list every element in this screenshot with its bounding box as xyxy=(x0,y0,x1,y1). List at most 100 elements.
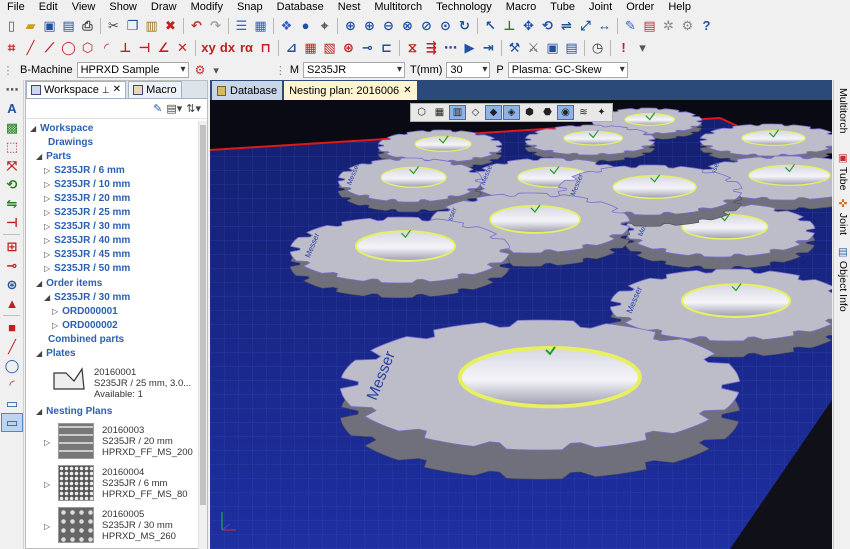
collapse-arrow-icon[interactable]: ▷ xyxy=(44,250,50,259)
options-icon[interactable]: ▾ xyxy=(633,39,652,57)
mirror-tool-icon[interactable]: ⇋ xyxy=(1,194,23,213)
view-grid-icon[interactable]: ▦ xyxy=(431,105,448,120)
snap-off-icon[interactable]: ✕ xyxy=(173,39,192,57)
nested-part[interactable]: Messer xyxy=(339,319,741,480)
save-icon[interactable]: ▣ xyxy=(40,17,59,35)
arc-tool-icon[interactable]: ◜ xyxy=(1,375,23,394)
pointer-icon[interactable]: ↖ xyxy=(481,17,500,35)
pan-icon[interactable]: ↻ xyxy=(455,17,474,35)
nesting-3d-view[interactable]: Messer Messer Messer Messer Messer Messer Mess… xyxy=(210,100,832,549)
zoom-window-icon[interactable]: ⊕ xyxy=(341,17,360,35)
machine-select[interactable]: HPRXD Sample xyxy=(76,62,189,78)
gear-icon[interactable]: ⚙ xyxy=(678,17,697,35)
expand-arrow-icon[interactable]: ◢ xyxy=(36,152,42,161)
cut-order-icon[interactable]: ⧖ xyxy=(403,39,422,57)
open-folder-icon[interactable]: ▰ xyxy=(21,17,40,35)
mirror-icon[interactable]: ⇌ xyxy=(557,17,576,35)
tree-node-order[interactable]: ▷ ORD000001 xyxy=(52,306,118,318)
nesting-plan-thumbnail[interactable] xyxy=(58,423,94,459)
angle-icon[interactable]: ∠ xyxy=(154,39,173,57)
new-file-icon[interactable]: ▯ xyxy=(2,17,21,35)
nest-icon[interactable]: ▦ xyxy=(301,39,320,57)
zoom-all-icon[interactable]: ⊗ xyxy=(398,17,417,35)
expand-arrow-icon[interactable]: ◢ xyxy=(30,124,36,133)
nested-part[interactable] xyxy=(524,124,656,163)
undo-icon[interactable]: ↶ xyxy=(187,17,206,35)
tab-nesting-plan[interactable]: Nesting plan: 2016006 ✕ xyxy=(284,81,417,100)
print-icon[interactable]: ⎙ xyxy=(78,17,97,35)
simulate-icon[interactable]: ▶ xyxy=(460,39,479,57)
expand-arrow-icon[interactable]: ◢ xyxy=(44,293,50,302)
menu-show[interactable]: Show xyxy=(102,0,144,14)
cut-icon[interactable]: ✂ xyxy=(104,17,123,35)
help-icon[interactable]: ? xyxy=(697,17,716,35)
view-camera-icon[interactable]: ✦ xyxy=(593,105,610,120)
save-as-icon[interactable]: ▤ xyxy=(59,17,78,35)
menu-file[interactable]: File xyxy=(0,0,32,14)
properties-icon[interactable]: ❖ xyxy=(277,17,296,35)
tree-node-parts[interactable]: ◢ Parts xyxy=(36,151,71,163)
menu-macro[interactable]: Macro xyxy=(499,0,544,14)
line-tool-icon[interactable]: ╱ xyxy=(1,337,23,356)
rect-fill-icon[interactable]: ■ xyxy=(1,318,23,337)
tree-node-plates[interactable]: ◢ Plates xyxy=(36,348,76,360)
collapse-arrow-icon[interactable]: ▷ xyxy=(44,264,50,273)
expand-arrow-icon[interactable]: ◢ xyxy=(36,279,42,288)
expand-arrow-icon[interactable]: ◢ xyxy=(36,407,42,416)
perp-icon[interactable]: ⊥ xyxy=(116,39,135,57)
nesting-plan-entry[interactable]: 20160005 S235JR / 30 mm HPRXD_MS_260 xyxy=(102,509,199,542)
tab-workspace[interactable]: Workspace ⊥ ✕ xyxy=(26,81,127,98)
view-options-icon[interactable]: ▤▾ xyxy=(166,102,182,115)
fill-icon[interactable]: ▤ xyxy=(640,17,659,35)
lead-icon[interactable]: ⊸ xyxy=(358,39,377,57)
snap-grid-icon[interactable]: ⌗ xyxy=(2,39,21,57)
path-icon[interactable]: ⋯ xyxy=(441,39,460,57)
trim-icon[interactable]: ⊥ xyxy=(500,17,519,35)
collapse-arrow-icon[interactable]: ▷ xyxy=(44,180,50,189)
polygon-icon[interactable]: ⬡ xyxy=(78,39,97,57)
view-iso-icon[interactable]: ⬡ xyxy=(413,105,430,120)
tree-node-part[interactable]: ▷ S235JR / 25 mm xyxy=(44,207,130,219)
view-solid-icon[interactable]: ◆ xyxy=(485,105,502,120)
tree-node-drawings[interactable]: Drawings xyxy=(48,137,93,149)
move-icon[interactable]: ✥ xyxy=(519,17,538,35)
tab-joint[interactable]: ✜ Joint xyxy=(834,198,850,235)
select-layer-icon[interactable]: ☰ xyxy=(232,17,251,35)
collapse-arrow-icon[interactable]: ▷ xyxy=(44,166,50,175)
tab-object-info[interactable]: ▤ Object Info xyxy=(834,246,850,312)
tree-node-nesting-plans[interactable]: ◢ Nesting Plans xyxy=(36,406,112,418)
material-select[interactable]: S235JR xyxy=(303,62,406,78)
circle-tool-icon[interactable]: ◯ xyxy=(1,356,23,375)
offset-icon[interactable]: ⊓ xyxy=(256,39,275,57)
close-icon[interactable]: ✕ xyxy=(113,82,121,98)
thickness-select[interactable]: 30 xyxy=(446,62,491,78)
align-icon[interactable]: ⊿ xyxy=(282,39,301,57)
menu-modify[interactable]: Modify xyxy=(184,0,230,14)
active-tool-icon[interactable]: ▭ xyxy=(1,413,23,432)
image-icon[interactable]: ▩ xyxy=(1,118,23,137)
circle-icon[interactable]: ◯ xyxy=(59,39,78,57)
menu-joint[interactable]: Joint xyxy=(582,0,619,14)
sort-icon[interactable]: ⇅▾ xyxy=(186,102,201,115)
collapse-arrow-icon[interactable]: ▷ xyxy=(44,521,50,533)
tab-database[interactable]: Database xyxy=(212,81,283,100)
tool-active-icon[interactable]: ⚒ xyxy=(505,39,524,57)
pierce-tool-icon[interactable]: ⊛ xyxy=(1,275,23,294)
collision-icon[interactable]: ▣ xyxy=(543,39,562,57)
machine-settings-icon[interactable]: ⚙ xyxy=(195,63,206,77)
nesting-plan-thumbnail[interactable] xyxy=(58,465,94,501)
cut-path-icon[interactable]: ⊸ xyxy=(1,256,23,275)
tree-node-combined-parts[interactable]: Combined parts xyxy=(48,334,124,346)
view-cube-side-icon[interactable]: ⬣ xyxy=(539,105,556,120)
table-icon[interactable]: ⊞ xyxy=(1,237,23,256)
trim-tool-icon[interactable]: ⊣ xyxy=(1,213,23,232)
dropdown-arrow-icon[interactable]: ▾ xyxy=(213,64,219,77)
plate-thumbnail[interactable] xyxy=(52,365,86,393)
tab-icon[interactable]: ⊏ xyxy=(377,39,396,57)
tab-tube[interactable]: ▣ Tube xyxy=(834,152,850,190)
tree-node-part[interactable]: ▷ S235JR / 50 mm xyxy=(44,263,130,275)
menu-nest[interactable]: Nest xyxy=(331,0,368,14)
tool-icon[interactable]: ⚔ xyxy=(524,39,543,57)
tree-node-order-items[interactable]: ◢ Order items xyxy=(36,278,102,290)
menu-technology[interactable]: Technology xyxy=(429,0,499,14)
